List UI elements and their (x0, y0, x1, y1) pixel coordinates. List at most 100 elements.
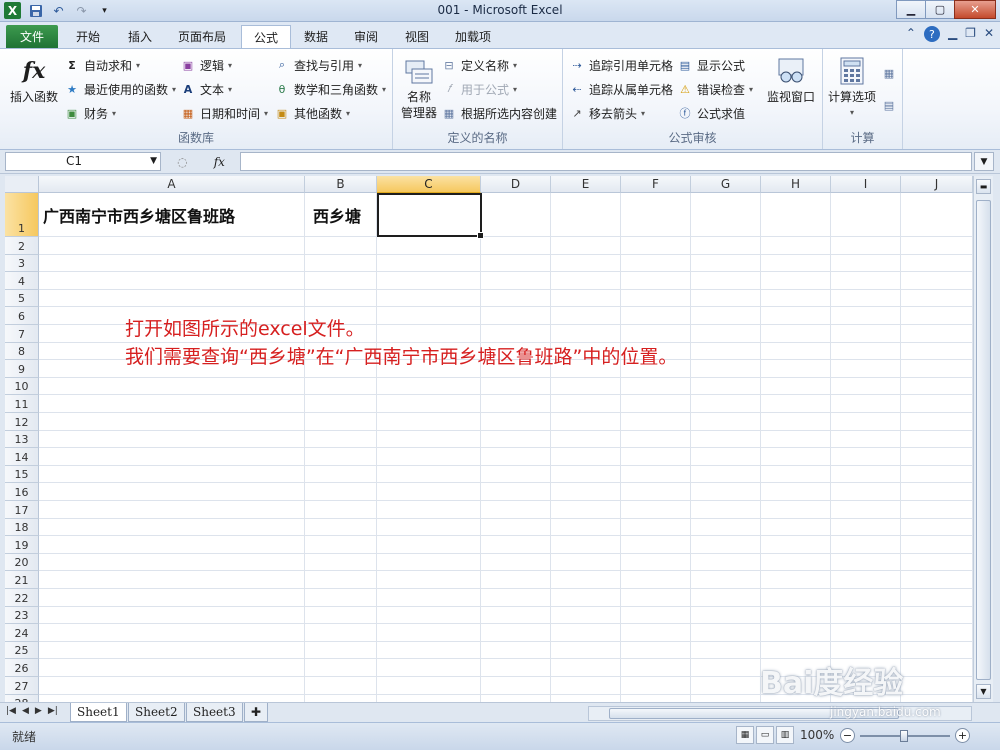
tab-addins[interactable]: 加载项 (443, 25, 503, 48)
column-header-d[interactable]: D (481, 176, 551, 193)
create-from-selection-button[interactable]: ▦ 根据所选内容创建 (441, 103, 557, 123)
column-header-i[interactable]: I (831, 176, 901, 193)
row-header-13[interactable]: 13 (5, 430, 39, 449)
column-header-a[interactable]: A (39, 176, 305, 193)
calculate-sheet-button[interactable]: ▤ (881, 95, 897, 115)
recent-functions-button[interactable]: ★ 最近使用的函数 ▾ (64, 79, 176, 99)
normal-view-icon[interactable]: ▦ (736, 726, 754, 744)
row-header-1[interactable]: 1 (5, 193, 39, 237)
doc-minimize-icon[interactable]: ▁ (948, 26, 957, 42)
doc-restore-icon[interactable]: ❐ (965, 26, 976, 42)
tab-home[interactable]: 开始 (64, 25, 112, 48)
evaluate-formula-button[interactable]: ⓕ 公式求值 (677, 103, 746, 123)
cell-a1[interactable]: 广西南宁市西乡塘区鲁班路 (43, 193, 235, 237)
row-header-2[interactable]: 2 (5, 237, 39, 255)
worksheet-grid[interactable]: ABCDEFGHIJ 1 2 3 4 5 6 7 8 9 10 11 12 13 14 15 16 17 18 19… (5, 176, 973, 702)
error-checking-button[interactable]: ⚠ 错误检查 ▾ (677, 79, 753, 99)
tab-formulas[interactable]: 公式 (241, 25, 292, 48)
column-header-c[interactable]: C (377, 176, 481, 193)
zoom-out-icon[interactable]: − (840, 728, 855, 743)
row-header-20[interactable]: 20 (5, 553, 39, 572)
row-header-15[interactable]: 15 (5, 465, 39, 484)
row-header-12[interactable]: 12 (5, 413, 39, 431)
doc-close-icon[interactable]: ✕ (984, 26, 994, 42)
tab-view[interactable]: 视图 (393, 25, 441, 48)
scroll-down-icon[interactable]: ▼ (976, 684, 991, 699)
close-button[interactable]: ✕ (954, 0, 996, 19)
insert-function-icon[interactable]: fx (214, 155, 225, 169)
active-cell-c1[interactable] (377, 193, 484, 239)
name-manager-button[interactable]: 名称 管理器 (399, 55, 439, 121)
more-functions-button[interactable]: ▣ 其他函数 ▾ (274, 103, 350, 123)
row-header-8[interactable]: 8 (5, 342, 39, 361)
row-header-3[interactable]: 3 (5, 254, 39, 273)
tab-file[interactable]: 文件 (6, 25, 58, 48)
column-header-f[interactable]: F (621, 176, 691, 193)
calculate-now-button[interactable]: ▦ (881, 63, 897, 83)
use-in-formula-button[interactable]: 𝑓 用于公式 ▾ (441, 79, 517, 99)
tab-review[interactable]: 审阅 (342, 25, 390, 48)
trace-precedents-button[interactable]: ⇢ 追踪引用单元格 (569, 55, 673, 75)
row-header-25[interactable]: 25 (5, 641, 39, 660)
last-sheet-icon[interactable]: ▶| (48, 706, 58, 716)
vertical-scrollbar[interactable]: ▬ ▼ (973, 176, 993, 702)
row-header-4[interactable]: 4 (5, 272, 39, 290)
row-header-14[interactable]: 14 (5, 448, 39, 466)
show-formulas-button[interactable]: ▤ 显示公式 (677, 55, 745, 75)
row-header-16[interactable]: 16 (5, 483, 39, 501)
row-header-19[interactable]: 19 (5, 536, 39, 554)
vertical-scroll-thumb[interactable] (976, 200, 991, 680)
sheet-tab-1[interactable]: Sheet1 (70, 703, 127, 722)
column-header-j[interactable]: J (901, 176, 973, 193)
maximize-button[interactable]: ▢ (925, 0, 955, 19)
row-header-11[interactable]: 11 (5, 395, 39, 413)
name-box[interactable]: C1 ▼ (5, 152, 161, 171)
page-layout-view-icon[interactable]: ▭ (756, 726, 774, 744)
row-header-5[interactable]: 5 (5, 289, 39, 308)
autosum-button[interactable]: Σ 自动求和 ▾ (64, 55, 140, 75)
trace-dependents-button[interactable]: ⇠ 追踪从属单元格 (569, 79, 673, 99)
cell-b1[interactable]: 西乡塘 (313, 193, 361, 237)
row-header-7[interactable]: 7 (5, 325, 39, 343)
tab-page-layout[interactable]: 页面布局 (166, 25, 238, 48)
zoom-in-icon[interactable]: + (955, 728, 970, 743)
select-all-corner[interactable] (5, 176, 39, 193)
define-name-button[interactable]: ⊟ 定义名称 ▾ (441, 55, 517, 75)
first-sheet-icon[interactable]: |◀ (6, 706, 16, 716)
row-header-17[interactable]: 17 (5, 501, 39, 519)
sheet-tab-3[interactable]: Sheet3 (186, 703, 243, 722)
tab-data[interactable]: 数据 (292, 25, 340, 48)
row-header-10[interactable]: 10 (5, 377, 39, 396)
row-header-22[interactable]: 22 (5, 589, 39, 607)
logical-button[interactable]: ▣ 逻辑 ▾ (180, 55, 232, 75)
row-header-9[interactable]: 9 (5, 360, 39, 378)
column-header-e[interactable]: E (551, 176, 621, 193)
tab-insert[interactable]: 插入 (116, 25, 164, 48)
row-header-6[interactable]: 6 (5, 307, 39, 325)
help-icon[interactable]: ? (923, 26, 940, 42)
insert-function-button[interactable]: fx 插入函数 (8, 55, 60, 105)
row-header-24[interactable]: 24 (5, 624, 39, 642)
prev-sheet-icon[interactable]: ◀ (22, 706, 29, 716)
row-header-26[interactable]: 26 (5, 659, 39, 677)
row-header-21[interactable]: 21 (5, 571, 39, 589)
page-break-view-icon[interactable]: ▥ (776, 726, 794, 744)
row-header-28[interactable]: 28 (5, 694, 39, 702)
split-handle-icon[interactable]: ▬ (976, 179, 991, 194)
sheet-tab-2[interactable]: Sheet2 (128, 703, 185, 722)
remove-arrows-button[interactable]: ↗ 移去箭头 ▾ (569, 103, 645, 123)
column-header-g[interactable]: G (691, 176, 761, 193)
calculation-options-button[interactable]: 计算选项 ▾ (825, 55, 879, 121)
math-button[interactable]: θ 数学和三角函数 ▾ (274, 79, 386, 99)
column-header-h[interactable]: H (761, 176, 831, 193)
text-button[interactable]: A 文本 ▾ (180, 79, 232, 99)
row-header-23[interactable]: 23 (5, 606, 39, 625)
column-header-b[interactable]: B (305, 176, 377, 193)
expand-formula-bar-icon[interactable]: ▼ (974, 152, 994, 171)
watch-window-button[interactable]: 监视窗口 (763, 55, 819, 105)
insert-sheet-icon[interactable]: ✚ (244, 703, 268, 722)
lookup-button[interactable]: ⌕ 查找与引用 ▾ (274, 55, 362, 75)
row-header-27[interactable]: 27 (5, 677, 39, 695)
collapse-ribbon-icon[interactable]: ⌃ (906, 26, 916, 42)
formula-input[interactable] (240, 152, 972, 171)
